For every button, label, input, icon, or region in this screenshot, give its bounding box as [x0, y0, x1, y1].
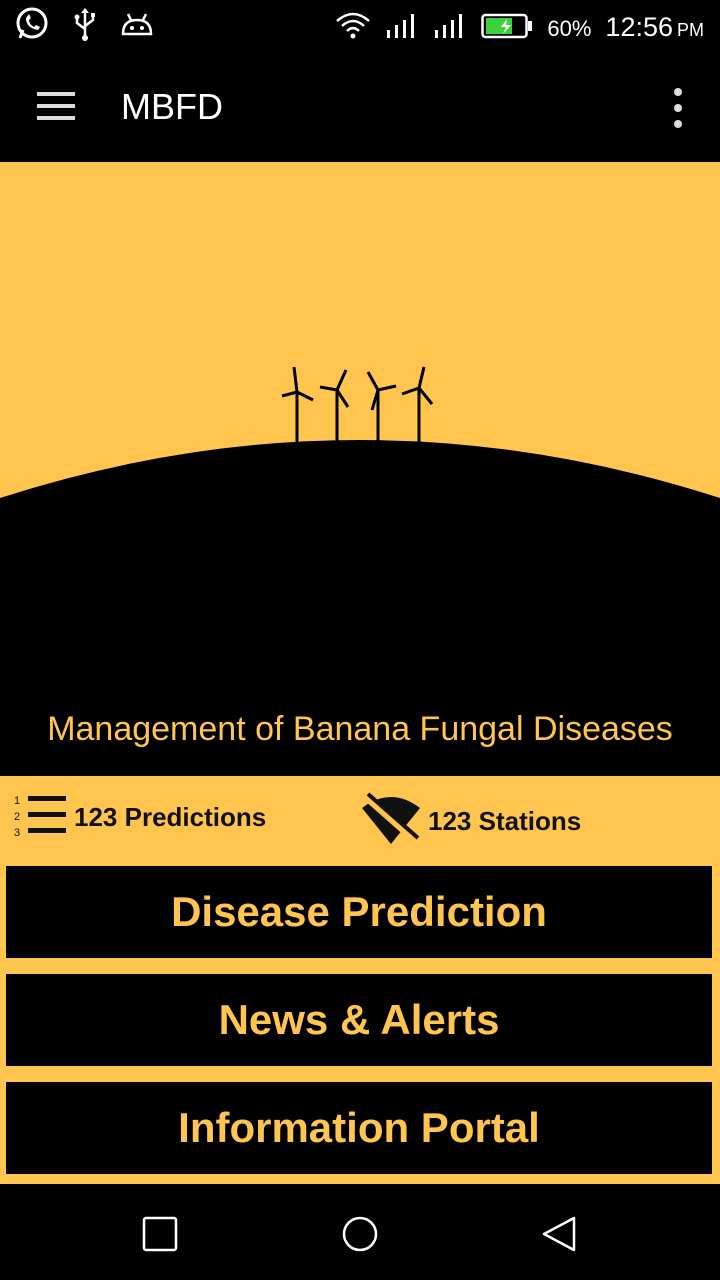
- signal-icon: [385, 12, 419, 45]
- app-subtitle: Management of Banana Fungal Diseases: [47, 710, 673, 748]
- predictions-label: 123 Predictions: [74, 802, 267, 832]
- hamburger-icon[interactable]: [28, 82, 84, 132]
- news-alerts-button[interactable]: News & Alerts: [6, 974, 712, 1066]
- svg-text:2: 2: [14, 811, 20, 823]
- stations-label: 123 Stations: [428, 806, 582, 836]
- wind-turbines-illustration: [0, 366, 720, 776]
- back-icon[interactable]: [538, 1212, 582, 1256]
- clock-ampm: PM: [677, 20, 704, 40]
- svg-text:1: 1: [14, 795, 20, 807]
- clock-time: 12:56: [605, 12, 673, 42]
- signal-icon: [433, 12, 467, 45]
- app-bar: MBFD: [0, 52, 720, 162]
- battery-charging-icon: [481, 13, 533, 44]
- information-portal-button[interactable]: Information Portal: [6, 1082, 712, 1174]
- recent-apps-icon[interactable]: [138, 1212, 182, 1256]
- stations-stat: 123 Stations: [360, 792, 581, 851]
- navigation-bar: [0, 1184, 720, 1280]
- stats-row: 1 2 3 123 Predictions 123 Stations: [0, 776, 720, 864]
- status-bar: 60% 12:56 PM: [0, 0, 720, 52]
- disease-prediction-button[interactable]: Disease Prediction: [6, 866, 712, 958]
- predictions-stat: 1 2 3 123 Predictions: [12, 792, 266, 843]
- clock: 12:56 PM: [605, 8, 704, 49]
- hero-banner: Management of Banana Fungal Diseases: [0, 162, 720, 776]
- app-title: MBFD: [121, 86, 223, 127]
- numbered-list-icon: 1 2 3: [12, 792, 68, 843]
- home-icon[interactable]: [338, 1212, 382, 1256]
- whatsapp-icon: [14, 6, 50, 47]
- android-debug-icon: [120, 10, 154, 43]
- battery-percent: 60%: [547, 15, 592, 41]
- wifi-icon: [335, 11, 371, 46]
- usb-icon: [72, 7, 98, 46]
- svg-text:3: 3: [14, 827, 20, 838]
- wifi-off-icon: [360, 792, 422, 851]
- more-vert-icon[interactable]: [666, 86, 690, 130]
